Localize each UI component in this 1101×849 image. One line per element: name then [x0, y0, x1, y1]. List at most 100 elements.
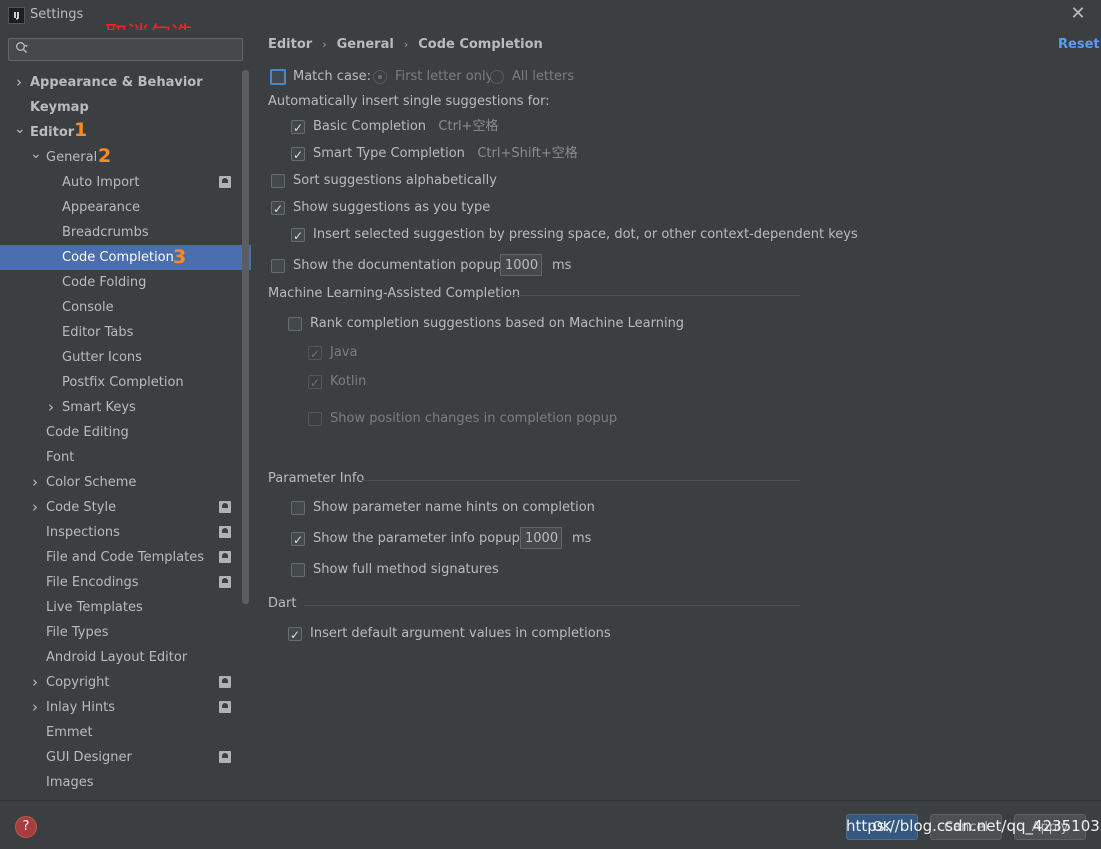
- settings-search-input[interactable]: [8, 38, 243, 61]
- smart-type-completion-checkbox[interactable]: [291, 145, 305, 165]
- sort-alphabetically-checkbox[interactable]: [271, 174, 285, 188]
- chevron-right-icon[interactable]: ›: [46, 395, 56, 420]
- sidebar-item-file-encodings[interactable]: File Encodings: [0, 570, 251, 595]
- sidebar-item-font[interactable]: Font: [0, 445, 251, 470]
- sidebar-item-gui-designer[interactable]: GUI Designer: [0, 745, 251, 770]
- ml-java-checkbox: [308, 344, 322, 364]
- sidebar-item-label: Images: [46, 775, 94, 790]
- sidebar-item-code-completion[interactable]: Code Completion: [0, 245, 251, 270]
- project-profile-icon: [219, 701, 231, 713]
- sidebar-item-label: Breadcrumbs: [62, 225, 149, 240]
- dart-insert-default-checkbox[interactable]: [288, 625, 302, 645]
- breadcrumb-general[interactable]: General: [337, 37, 394, 52]
- param-info-popup-label: Show the parameter info popup in: [313, 531, 536, 546]
- sidebar-scrollbar[interactable]: [242, 70, 249, 604]
- ml-rank-checkbox[interactable]: [288, 317, 302, 331]
- chevron-down-icon[interactable]: ⌄: [30, 145, 42, 170]
- sidebar-item-editor-tabs[interactable]: Editor Tabs: [0, 320, 251, 345]
- all-letters-radio[interactable]: [490, 70, 504, 84]
- chevron-right-icon[interactable]: ›: [30, 495, 40, 520]
- param-section-title: Parameter Info: [268, 471, 365, 486]
- sidebar-item-inspections[interactable]: Inspections: [0, 520, 251, 545]
- breadcrumb-editor[interactable]: Editor: [268, 37, 312, 52]
- project-profile-icon: [219, 551, 231, 563]
- param-info-delay-input[interactable]: 1000: [520, 527, 562, 549]
- project-profile-icon: [219, 576, 231, 588]
- first-letter-only-label: First letter only: [395, 69, 494, 84]
- insert-selected-label: Insert selected suggestion by pressing s…: [313, 227, 858, 242]
- sidebar-item-file-and-code-templates[interactable]: File and Code Templates: [0, 545, 251, 570]
- auto-insert-header: Automatically insert single suggestions …: [268, 94, 550, 109]
- sidebar-item-console[interactable]: Console: [0, 295, 251, 320]
- sidebar-item-label: File Encodings: [46, 575, 139, 590]
- sidebar-item-label: Gutter Icons: [62, 350, 142, 365]
- sidebar-item-file-types[interactable]: File Types: [0, 620, 251, 645]
- doc-popup-unit: ms: [552, 258, 572, 273]
- sidebar-item-label: Code Completion: [62, 250, 174, 265]
- sidebar-item-android-layout-editor[interactable]: Android Layout Editor: [0, 645, 251, 670]
- basic-completion-checkbox[interactable]: [291, 118, 305, 138]
- full-signatures-checkbox[interactable]: [291, 563, 305, 577]
- chevron-right-icon[interactable]: ›: [30, 470, 40, 495]
- project-profile-icon: [219, 676, 231, 688]
- sidebar-item-copyright[interactable]: › Copyright: [0, 670, 251, 695]
- doc-popup-checkbox[interactable]: [271, 259, 285, 273]
- first-letter-only-radio[interactable]: [373, 70, 387, 84]
- sidebar-item-label: Keymap: [30, 100, 89, 115]
- window-title: Settings: [30, 7, 84, 22]
- sidebar-item-label: Editor: [30, 125, 75, 140]
- match-case-label: Match case:: [293, 69, 372, 84]
- show-as-you-type-checkbox[interactable]: [271, 199, 285, 219]
- chevron-right-icon[interactable]: ›: [30, 670, 40, 695]
- close-icon[interactable]: ✕: [1067, 3, 1089, 25]
- sidebar-item-live-templates[interactable]: Live Templates: [0, 595, 251, 620]
- sidebar-item-label: Smart Keys: [62, 400, 136, 415]
- sidebar-item-code-editing[interactable]: Code Editing: [0, 420, 251, 445]
- settings-sidebar: › Appearance & Behavior Keymap ⌄ Editor ⌄ Gene…: [0, 30, 251, 800]
- breadcrumb-code-completion: Code Completion: [418, 37, 543, 52]
- param-section-divider: [359, 480, 800, 481]
- sidebar-item-editor[interactable]: ⌄ Editor: [0, 120, 251, 145]
- sidebar-item-color-scheme[interactable]: › Color Scheme: [0, 470, 251, 495]
- doc-popup-delay-input[interactable]: 1000: [500, 254, 542, 276]
- sidebar-item-code-style[interactable]: › Code Style: [0, 495, 251, 520]
- sidebar-item-inlay-hints[interactable]: › Inlay Hints: [0, 695, 251, 720]
- search-icon: [16, 42, 28, 53]
- project-profile-icon: [219, 501, 231, 513]
- sidebar-item-postfix-completion[interactable]: Postfix Completion: [0, 370, 251, 395]
- breadcrumb: Editor › General › Code Completion: [268, 37, 543, 52]
- question-icon[interactable]: ?: [15, 816, 37, 838]
- dart-insert-default-label: Insert default argument values in comple…: [310, 626, 611, 641]
- chevron-right-icon[interactable]: ›: [14, 70, 24, 95]
- sidebar-item-smart-keys[interactable]: › Smart Keys: [0, 395, 251, 420]
- sidebar-item-label: Console: [62, 300, 114, 315]
- sidebar-item-emmet[interactable]: Emmet: [0, 720, 251, 745]
- sidebar-item-appearance[interactable]: Appearance: [0, 195, 251, 220]
- sidebar-item-label: File and Code Templates: [46, 550, 204, 565]
- ml-section-divider: [503, 295, 800, 296]
- settings-content: Editor › General › Code Completion Reset Mat…: [251, 30, 1101, 800]
- sidebar-item-general[interactable]: ⌄ General: [0, 145, 251, 170]
- insert-selected-checkbox[interactable]: [291, 226, 305, 246]
- sidebar-item-auto-import[interactable]: Auto Import: [0, 170, 251, 195]
- sidebar-item-gutter-icons[interactable]: Gutter Icons: [0, 345, 251, 370]
- sidebar-item-code-folding[interactable]: Code Folding: [0, 270, 251, 295]
- sidebar-item-breadcrumbs[interactable]: Breadcrumbs: [0, 220, 251, 245]
- sidebar-item-label: Postfix Completion: [62, 375, 184, 390]
- sidebar-item-label: Code Editing: [46, 425, 129, 440]
- sidebar-item-label: Inlay Hints: [46, 700, 115, 715]
- ml-section-title: Machine Learning-Assisted Completion: [268, 286, 521, 301]
- sidebar-item-images[interactable]: Images: [0, 770, 251, 795]
- sidebar-item-keymap[interactable]: Keymap: [0, 95, 251, 120]
- dart-section-divider: [304, 605, 800, 606]
- chevron-right-icon[interactable]: ›: [30, 695, 40, 720]
- match-case-checkbox[interactable]: [270, 69, 286, 85]
- dart-section-title: Dart: [268, 596, 297, 611]
- sidebar-item-appearance-behavior[interactable]: › Appearance & Behavior: [0, 70, 251, 95]
- smart-type-completion-label: Smart Type Completion: [313, 146, 465, 161]
- param-info-popup-checkbox[interactable]: [291, 530, 305, 550]
- param-name-hints-checkbox[interactable]: [291, 501, 305, 515]
- ml-position-changes-label: Show position changes in completion popu…: [330, 411, 618, 426]
- chevron-down-icon[interactable]: ⌄: [14, 120, 26, 145]
- reset-link[interactable]: Reset: [1058, 37, 1100, 52]
